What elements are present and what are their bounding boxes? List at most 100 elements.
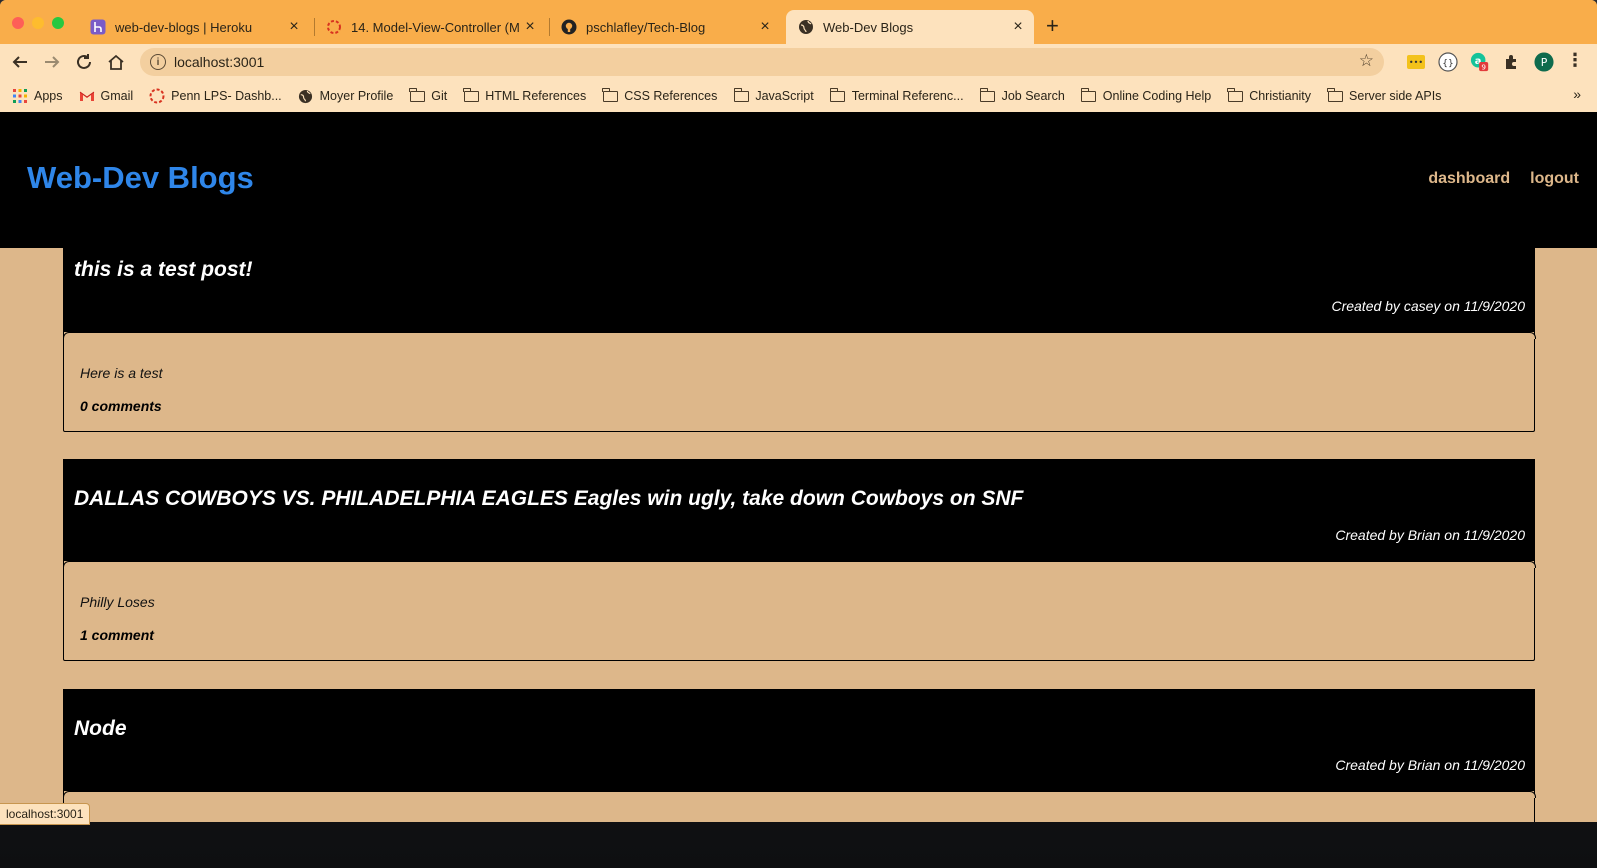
post-header: DALLAS COWBOYS VS. PHILADELPHIA EAGLES E… <box>63 459 1535 561</box>
bookmark-penn-lps[interactable]: Penn LPS- Dashb... <box>149 88 282 104</box>
home-button[interactable] <box>104 50 128 74</box>
bookmark-label: Terminal Referenc... <box>851 89 964 103</box>
site-title[interactable]: Web-Dev Blogs <box>27 160 254 196</box>
bookmark-folder-job-search[interactable]: Job Search <box>979 87 1065 103</box>
extensions-puzzle-icon[interactable] <box>1502 52 1522 72</box>
folder-icon <box>1327 87 1343 103</box>
bookmark-gmail[interactable]: Gmail <box>79 89 134 103</box>
tab-strip: web-dev-blogs | Heroku × 14. Model-View-… <box>0 0 1597 44</box>
address-bar[interactable]: i localhost:3001 ☆ <box>140 48 1384 76</box>
bookmark-folder-server-side-apis[interactable]: Server side APIs <box>1327 87 1442 103</box>
back-arrow-icon <box>12 56 27 68</box>
post-title[interactable]: Node <box>74 717 127 741</box>
reload-icon <box>77 54 91 69</box>
github-icon <box>561 19 577 35</box>
bookmark-label: CSS References <box>624 89 718 103</box>
forward-button[interactable] <box>40 50 64 74</box>
logout-link[interactable]: logout <box>1530 170 1579 188</box>
bookmark-folder-javascript[interactable]: JavaScript <box>733 87 814 103</box>
bookmark-folder-online-coding-help[interactable]: Online Coding Help <box>1080 87 1211 103</box>
page-viewport: Web-Dev Blogs dashboard logout this is a… <box>0 112 1597 822</box>
dashboard-link[interactable]: dashboard <box>1428 170 1510 188</box>
svg-text:{}: {} <box>1442 59 1453 69</box>
post-meta: Created by Brian on 11/9/2020 <box>1335 757 1525 773</box>
bookmark-folder-terminal-references[interactable]: Terminal Referenc... <box>829 87 964 103</box>
bookmark-label: Server side APIs <box>1349 89 1442 103</box>
post-title[interactable]: this is a test post! <box>74 258 253 282</box>
bookmark-folder-css-references[interactable]: CSS References <box>602 87 718 103</box>
bookmarks-overflow-button[interactable]: » <box>1573 86 1581 102</box>
post-comment-count[interactable]: 1 comment <box>80 627 154 643</box>
site-info-icon[interactable]: i <box>150 54 166 70</box>
bookmark-folder-git[interactable]: Git <box>409 87 448 103</box>
folder-icon <box>829 87 846 103</box>
back-button[interactable] <box>8 50 32 74</box>
post-body: Here is a test 0 comments <box>62 332 1536 432</box>
bookmark-label: HTML References <box>485 89 587 103</box>
site-header: Web-Dev Blogs dashboard logout <box>0 112 1597 248</box>
post-body: Philly Loses 1 comment <box>62 561 1536 661</box>
post-content: Philly Loses <box>80 594 155 610</box>
close-tab-icon[interactable]: × <box>755 18 775 36</box>
bookmark-label: Christianity <box>1249 89 1312 103</box>
bookmark-star-icon[interactable]: ☆ <box>1359 51 1374 71</box>
browser-toolbar: i localhost:3001 ☆ ••• {} a9 P ⋮ <box>0 44 1597 80</box>
folder-icon <box>463 87 479 103</box>
tab-web-dev-blogs[interactable]: Web-Dev Blogs × <box>786 10 1034 44</box>
tab-title: web-dev-blogs | Heroku <box>115 19 253 35</box>
post-card[interactable]: this is a test post! Created by casey on… <box>62 230 1536 432</box>
close-tab-icon[interactable]: × <box>1008 18 1028 36</box>
tab-mvc-lesson[interactable]: 14. Model-View-Controller (MV × <box>314 10 546 44</box>
folder-icon <box>1227 87 1243 103</box>
post-card[interactable]: DALLAS COWBOYS VS. PHILADELPHIA EAGLES E… <box>62 459 1536 661</box>
tab-heroku[interactable]: web-dev-blogs | Heroku × <box>78 10 310 44</box>
extension-badge: 9 <box>1481 62 1486 71</box>
bookmarks-bar: Apps Gmail Penn LPS- Dashb... Moyer Prof… <box>0 80 1597 112</box>
profile-initial: P <box>1541 56 1548 69</box>
bookmark-label: Apps <box>34 89 63 103</box>
browser-window: web-dev-blogs | Heroku × 14. Model-View-… <box>0 0 1597 822</box>
post-body <box>62 791 1536 822</box>
tab-title: pschlafley/Tech-Blog <box>586 19 706 35</box>
site-nav: dashboard logout <box>1428 170 1579 188</box>
bookmark-label: Moyer Profile <box>319 89 394 103</box>
minimize-window-button[interactable] <box>32 17 44 29</box>
post-header: Node Created by Brian on 11/9/2020 <box>63 689 1535 791</box>
svg-text:•••: ••• <box>1409 58 1423 67</box>
tab-title: Web-Dev Blogs <box>823 19 914 35</box>
gmail-icon <box>79 89 95 103</box>
post-title[interactable]: DALLAS COWBOYS VS. PHILADELPHIA EAGLES E… <box>74 487 1023 511</box>
zoom-window-button[interactable] <box>52 17 64 29</box>
globe-icon <box>798 19 814 35</box>
browser-menu-icon[interactable]: ⋮ <box>1566 50 1584 71</box>
bookmark-folder-christianity[interactable]: Christianity <box>1227 87 1312 103</box>
tab-title: 14. Model-View-Controller (MV <box>351 19 520 35</box>
close-tab-icon[interactable]: × <box>520 18 540 36</box>
profile-avatar[interactable]: P <box>1534 52 1554 72</box>
address-url: localhost:3001 <box>174 54 265 70</box>
reload-button[interactable] <box>72 50 96 74</box>
folder-icon <box>602 87 618 103</box>
folder-icon <box>733 87 749 103</box>
close-window-button[interactable] <box>12 17 24 29</box>
post-card[interactable]: Node Created by Brian on 11/9/2020 <box>62 689 1536 822</box>
new-tab-button[interactable]: + <box>1046 14 1059 38</box>
link-status-bubble: localhost:3001 <box>0 803 91 825</box>
grammar-extension-icon[interactable]: a9 <box>1470 52 1490 72</box>
penn-icon <box>149 88 165 104</box>
close-tab-icon[interactable]: × <box>284 18 304 36</box>
post-meta: Created by Brian on 11/9/2020 <box>1335 527 1525 543</box>
post-comment-count[interactable]: 0 comments <box>80 398 162 414</box>
bookmark-label: Gmail <box>100 89 134 103</box>
tab-github-repo[interactable]: pschlafley/Tech-Blog × <box>549 10 781 44</box>
code-extension-icon[interactable]: {} <box>1438 52 1458 72</box>
bookmark-apps[interactable]: Apps <box>12 89 63 103</box>
apps-grid-icon <box>12 89 28 103</box>
folder-icon <box>409 87 425 103</box>
password-extension-icon[interactable]: ••• <box>1406 52 1426 72</box>
bookmark-folder-html-references[interactable]: HTML References <box>463 87 587 103</box>
bookmark-label: JavaScript <box>755 89 814 103</box>
bookmark-moyer-profile[interactable]: Moyer Profile <box>298 89 394 103</box>
bookmark-label: Git <box>431 89 448 103</box>
bookmark-label: Penn LPS- Dashb... <box>171 89 282 103</box>
